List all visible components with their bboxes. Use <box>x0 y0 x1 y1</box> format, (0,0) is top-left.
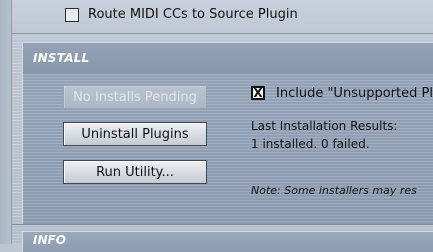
include-unsupported-checkbox[interactable]: X <box>251 86 265 100</box>
include-unsupported-label: Include "Unsupported Pl <box>276 86 433 101</box>
installers-note: Note: Some installers may res <box>251 184 417 197</box>
route-midi-ccs-label: Route MIDI CCs to Source Plugin <box>88 7 298 22</box>
install-section-title: INSTALL <box>33 51 90 65</box>
left-border <box>0 0 12 244</box>
no-installs-pending-label: No Installs Pending <box>73 89 197 105</box>
section-divider <box>12 224 433 225</box>
install-section-header: INSTALL <box>22 42 433 75</box>
no-installs-pending-button[interactable]: No Installs Pending <box>63 85 207 109</box>
run-utility-button[interactable]: Run Utility... <box>63 160 207 184</box>
last-installation-results-heading: Last Installation Results: <box>251 119 398 133</box>
uninstall-plugins-button[interactable]: Uninstall Plugins <box>63 122 207 146</box>
uninstall-plugins-label: Uninstall Plugins <box>81 126 189 142</box>
last-installation-results-text: 1 installed. 0 failed. <box>251 137 370 151</box>
info-section-header: INFO <box>22 231 433 252</box>
route-midi-ccs-checkbox[interactable] <box>65 8 79 22</box>
run-utility-label: Run Utility... <box>96 164 174 180</box>
checkmark-icon: X <box>253 86 263 100</box>
info-section-title: INFO <box>33 233 66 247</box>
